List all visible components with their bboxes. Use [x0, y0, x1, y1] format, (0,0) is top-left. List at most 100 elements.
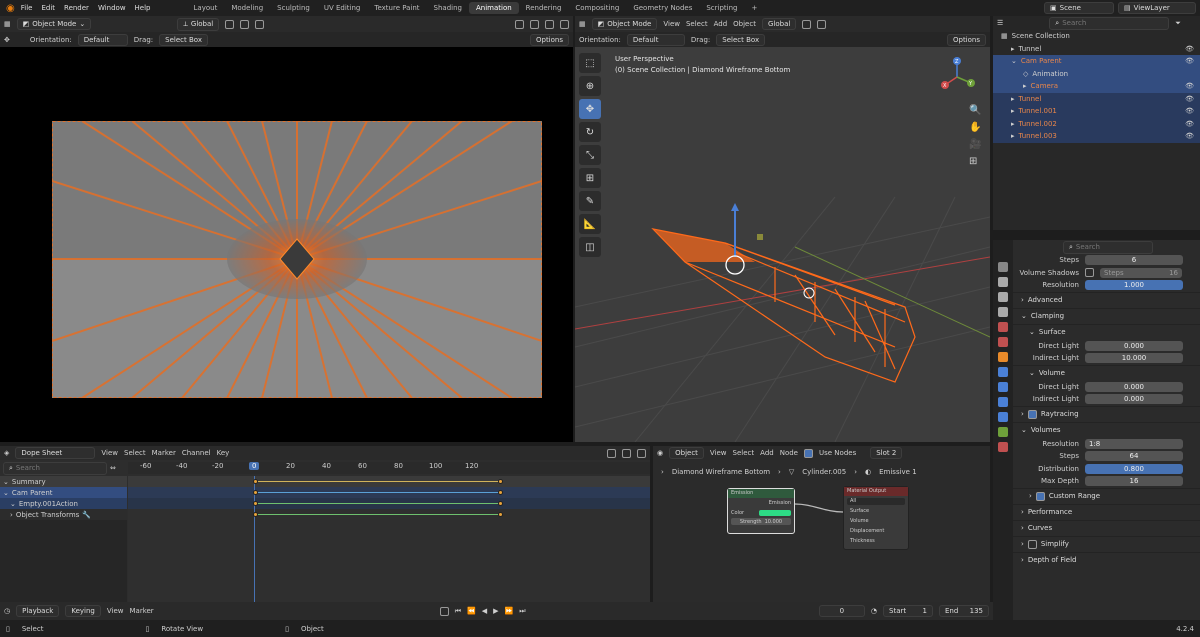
navigation-gizmo[interactable]: Z X Y [935, 55, 979, 99]
current-frame-field[interactable]: 0 [818, 605, 865, 617]
move-tool[interactable]: ✥ [579, 99, 601, 119]
tab-geometry-nodes[interactable]: Geometry Nodes [626, 2, 699, 14]
volume-shadows-checkbox[interactable] [1085, 268, 1094, 278]
overlay-icon[interactable] [515, 19, 524, 29]
menu-select[interactable]: Select [124, 449, 146, 457]
jump-end-icon[interactable]: ⏭ [519, 607, 525, 616]
strength-field[interactable]: Strength 10.000 [731, 518, 791, 525]
tab-scripting[interactable]: Scripting [699, 2, 744, 14]
menu-select[interactable]: Select [686, 20, 708, 28]
keyframe[interactable] [498, 512, 503, 517]
performance-panel[interactable]: › Performance [1013, 503, 1200, 520]
max-depth-field[interactable]: 16 [1085, 476, 1183, 487]
eye-icon[interactable]: 👁 [1185, 107, 1200, 115]
modifier-icon[interactable] [998, 367, 1008, 377]
tab-shading[interactable]: Shading [427, 2, 469, 14]
steps-field[interactable]: 6 [1085, 255, 1183, 266]
current-frame-marker[interactable]: 0 [249, 462, 260, 470]
frame-ruler[interactable]: -60 -40 -20 0 20 40 60 80 100 120 [128, 462, 650, 474]
wrench-icon[interactable]: 🔧 [82, 511, 91, 519]
outliner-row[interactable]: ▸ Camera 👁 [993, 80, 1200, 93]
rotate-tool[interactable]: ↻ [579, 122, 601, 142]
custom-range-checkbox[interactable] [1035, 491, 1045, 501]
volume-indirect-field[interactable]: 0.000 [1085, 394, 1183, 405]
shading-solid-icon[interactable] [545, 19, 554, 29]
volumes-panel[interactable]: ⌄ Volumes [1013, 421, 1200, 438]
outliner-row[interactable]: ▸ Tunnel 👁 [993, 43, 1200, 56]
drag-dropdown[interactable]: Select Box [716, 33, 766, 46]
transform-orientation-dropdown[interactable]: ⟂ Global [177, 17, 220, 31]
tab-rendering[interactable]: Rendering [519, 2, 569, 14]
material-icon[interactable] [998, 442, 1008, 452]
snap-icon[interactable] [637, 448, 646, 458]
view-layer-icon[interactable] [998, 307, 1008, 317]
eye-icon[interactable]: 👁 [1185, 132, 1200, 140]
swap-icon[interactable]: ⇔ [110, 464, 116, 472]
group-channel[interactable]: › Object Transforms 🔧 [0, 509, 127, 520]
scene-collection-row[interactable]: ▦ Scene Collection [993, 30, 1200, 43]
prev-key-icon[interactable]: ⏪ [467, 607, 476, 615]
eye-icon[interactable]: 👁 [1185, 45, 1200, 53]
outliner-search[interactable]: ⌕ Search [1049, 16, 1170, 30]
playback-menu[interactable]: Playback [16, 605, 60, 617]
outliner-row[interactable]: ▸ Tunnel 👁 [993, 92, 1200, 105]
volume-subpanel[interactable]: ⌄ Volume [1013, 364, 1200, 381]
thickness-socket[interactable]: Thickness [844, 538, 908, 544]
output-target-dropdown[interactable]: All [847, 498, 905, 505]
volume-socket[interactable]: Volume [844, 518, 908, 524]
add-workspace-button[interactable]: + [745, 2, 765, 14]
timeline-icon[interactable]: ◷ [4, 607, 10, 615]
cursor-tool[interactable]: ⊕ [579, 76, 601, 96]
raytracing-panel[interactable]: › Raytracing [1013, 405, 1200, 422]
menu-help[interactable]: Help [135, 4, 151, 12]
emission-output-socket[interactable]: Emission [728, 500, 794, 506]
blender-logo-icon[interactable]: ◉ [6, 3, 15, 14]
color-swatch[interactable] [759, 510, 791, 516]
simplify-checkbox[interactable] [1027, 539, 1037, 549]
auto-key-icon[interactable] [439, 606, 449, 616]
outliner-row[interactable]: ◇ Animation [993, 67, 1200, 80]
measure-tool[interactable]: 📐 [579, 214, 601, 234]
outliner-row[interactable]: ▸ Tunnel.002 👁 [993, 117, 1200, 130]
vol-resolution-dropdown[interactable]: 1:8 [1085, 438, 1183, 449]
vol-steps-field[interactable]: 64 [1085, 451, 1183, 462]
tab-sculpting[interactable]: Sculpting [270, 2, 317, 14]
eye-icon[interactable]: 👁 [1185, 95, 1200, 103]
proportional-edit-icon[interactable] [255, 19, 265, 29]
options-button[interactable]: Options [946, 33, 986, 46]
outliner-row[interactable]: ⌄ Cam Parent 👁 [993, 55, 1200, 68]
channel-search[interactable]: ⌕ Search [3, 461, 107, 475]
shadow-steps-field[interactable]: Steps 16 [1100, 267, 1182, 278]
menu-marker[interactable]: Marker [152, 449, 176, 457]
surface-indirect-field[interactable]: 10.000 [1085, 353, 1183, 364]
grid-toggle-icon[interactable]: ⊞ [969, 156, 981, 167]
xray-icon[interactable] [530, 19, 539, 29]
next-key-icon[interactable]: ⏩ [505, 607, 514, 615]
hand-pan-icon[interactable]: ✋ [969, 122, 981, 133]
world-icon[interactable] [998, 337, 1008, 347]
jump-start-icon[interactable]: ⏮ [455, 607, 461, 616]
drag-dropdown[interactable]: Select Box [159, 33, 208, 46]
menu-view[interactable]: View [101, 449, 118, 457]
playhead[interactable] [254, 476, 255, 604]
eye-icon[interactable]: 👁 [1185, 57, 1200, 65]
outliner-icon[interactable]: ☰ [997, 19, 1003, 27]
menu-add[interactable]: Add [714, 20, 728, 28]
dof-panel[interactable]: › Depth of Field [1013, 551, 1200, 568]
outliner-row[interactable]: ▸ Tunnel.001 👁 [993, 105, 1200, 118]
orientation-dropdown[interactable]: Default [77, 33, 128, 46]
orientation-dropdown[interactable]: Default [626, 33, 685, 46]
menu-render[interactable]: Render [64, 4, 89, 12]
tool-icon[interactable] [998, 262, 1008, 272]
tab-uv-editing[interactable]: UV Editing [317, 2, 368, 14]
object-channel[interactable]: ⌄ Cam Parent [0, 487, 127, 498]
keyframe[interactable] [498, 490, 503, 495]
eye-icon[interactable]: 👁 [1185, 82, 1200, 90]
proportional-edit-icon[interactable] [817, 19, 827, 29]
advanced-panel[interactable]: › Advanced [1013, 291, 1200, 308]
simplify-panel[interactable]: › Simplify [1013, 535, 1200, 552]
scene-icon[interactable] [998, 322, 1008, 332]
eye-icon[interactable]: 👁 [1185, 120, 1200, 128]
clock-icon[interactable]: ◔ [871, 607, 877, 615]
action-channel[interactable]: ⌄ Empty.001Action [0, 498, 127, 509]
